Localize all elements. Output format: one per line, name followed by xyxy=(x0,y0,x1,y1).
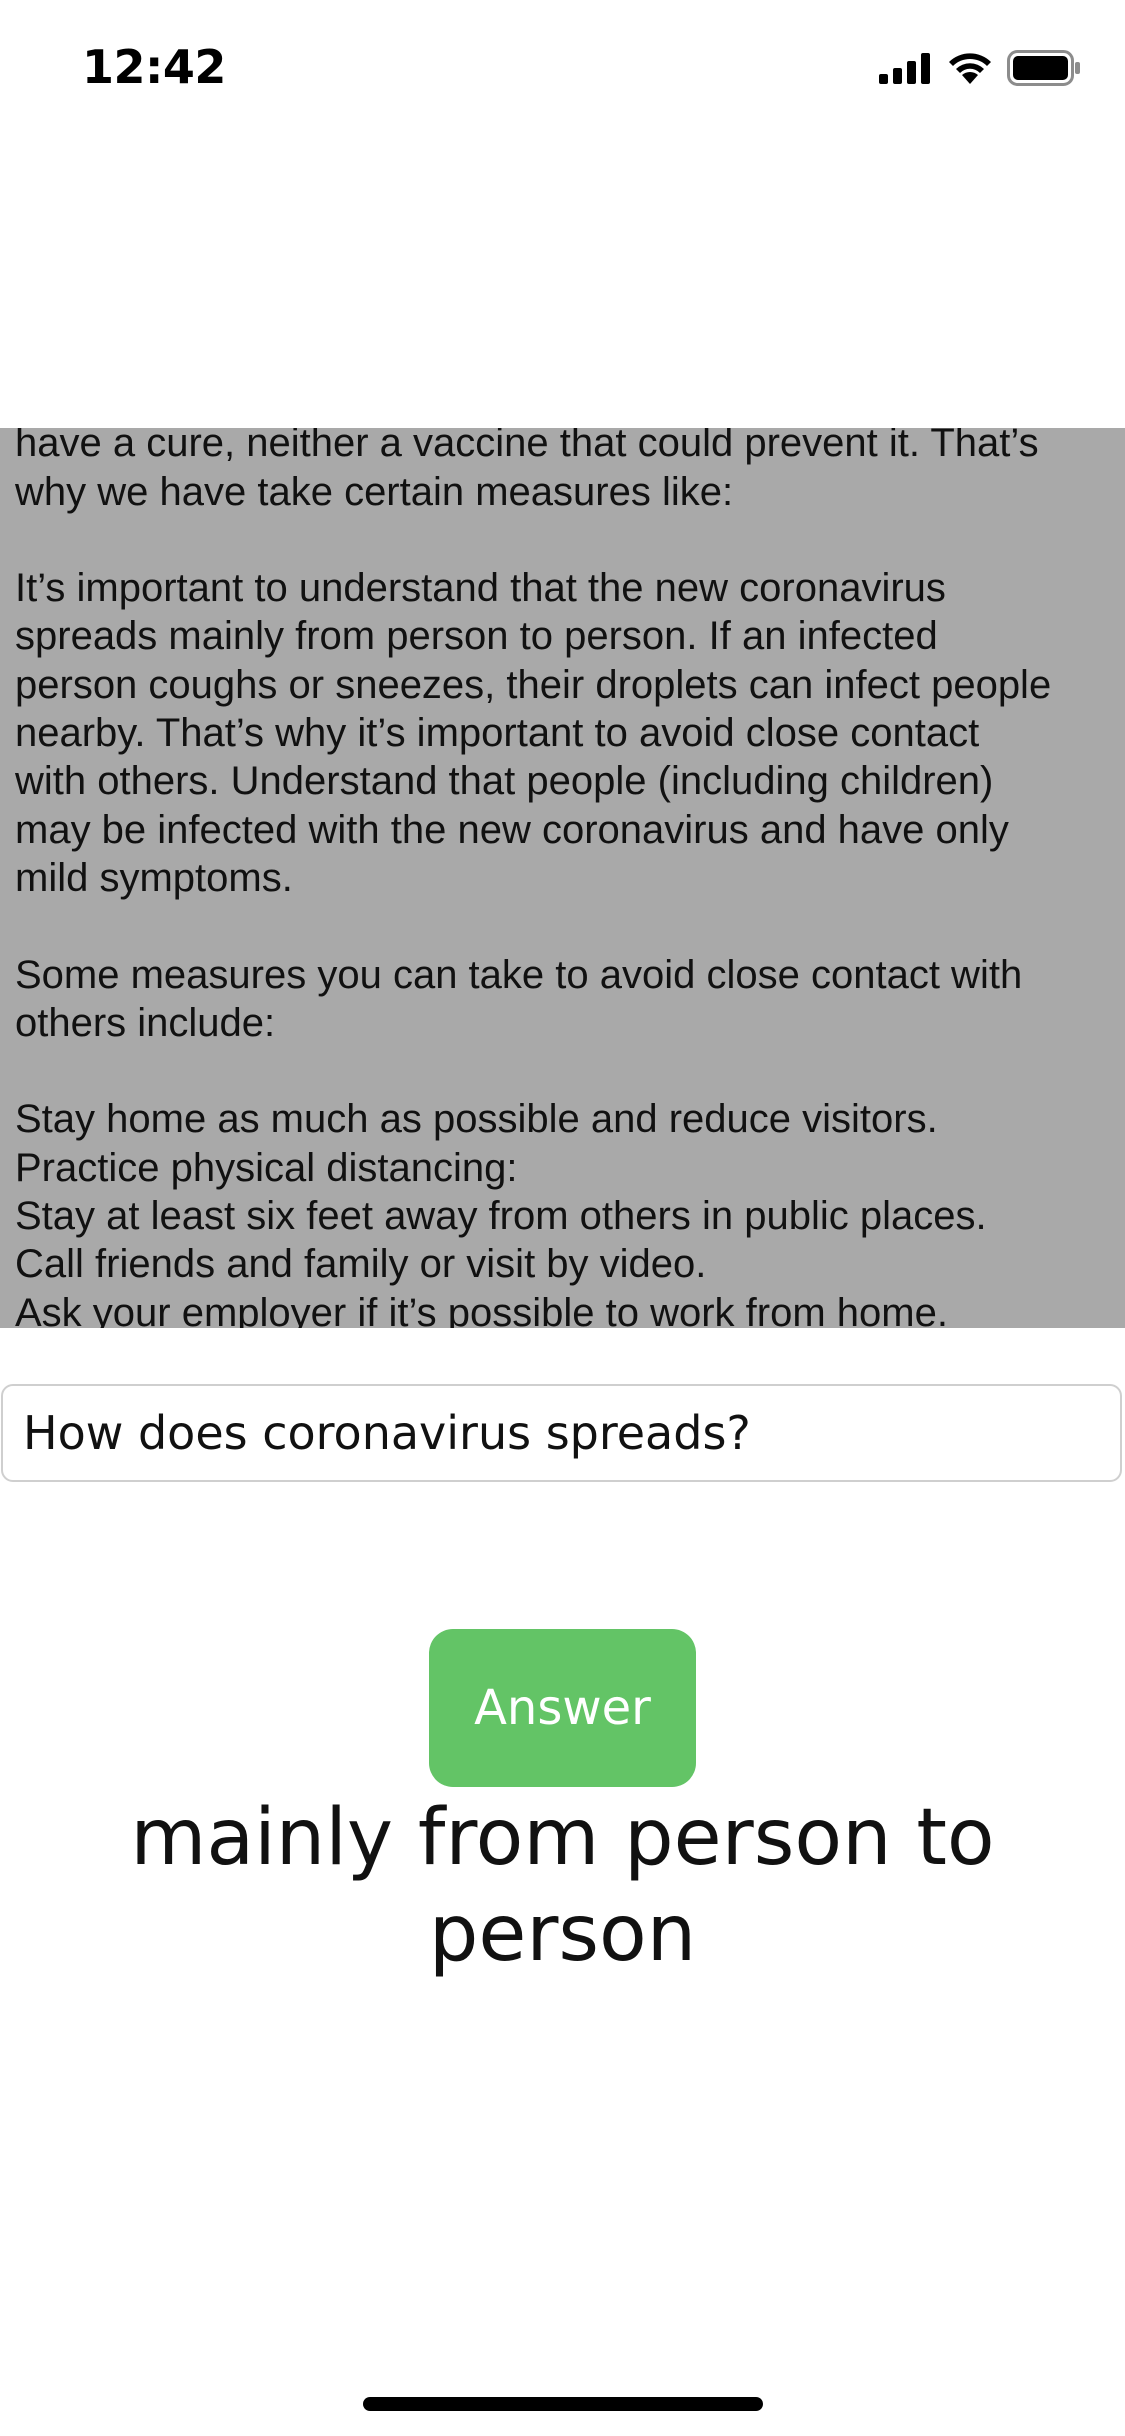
question-input[interactable] xyxy=(1,1384,1122,1482)
context-text-area[interactable]: country is working hard on finding, but … xyxy=(0,428,1125,1328)
status-icons xyxy=(879,48,1081,88)
status-bar: 12:42 xyxy=(0,0,1125,135)
context-text: country is working hard on finding, but … xyxy=(15,428,1052,1328)
answer-result: mainly from person to person xyxy=(130,1793,995,1979)
battery-icon xyxy=(1007,50,1080,86)
answer-button-label: Answer xyxy=(474,1680,651,1736)
answer-button[interactable]: Answer xyxy=(429,1629,696,1787)
status-time: 12:42 xyxy=(82,40,226,94)
wifi-icon xyxy=(949,53,991,84)
signal-icon xyxy=(879,53,930,84)
home-indicator[interactable] xyxy=(363,2397,763,2411)
